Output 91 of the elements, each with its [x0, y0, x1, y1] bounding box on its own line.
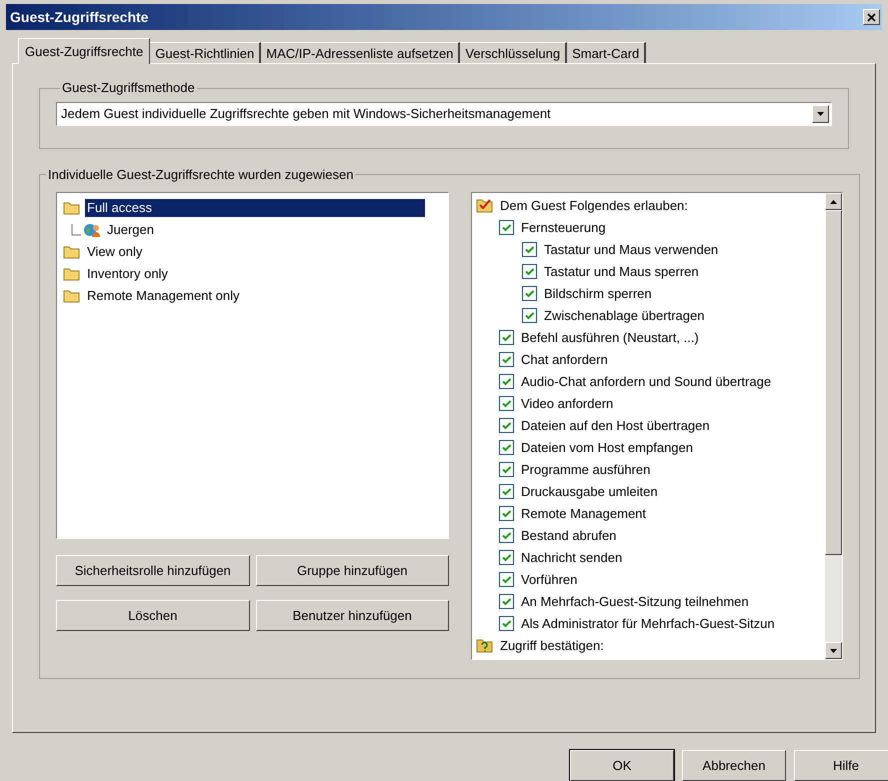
permission-label: Chat anfordern [521, 350, 608, 369]
check-icon [501, 442, 512, 453]
check-icon [524, 244, 535, 255]
window-title: Guest-Zugriffsrechte [10, 8, 148, 27]
close-icon [867, 12, 876, 22]
checkbox[interactable] [499, 550, 514, 565]
permission-label: An Mehrfach-Guest-Sitzung teilnehmen [521, 592, 749, 611]
check-icon [501, 464, 512, 475]
checkbox[interactable] [499, 396, 514, 411]
folder-icon [63, 267, 81, 282]
checkbox[interactable] [499, 528, 514, 543]
permission-label: Audio-Chat anfordern und Sound übertrage [521, 372, 772, 391]
permission-label: Vorführen [521, 570, 578, 589]
dialog-button[interactable]: OK [570, 750, 674, 781]
folder-icon [63, 289, 81, 304]
group-title: Guest-Zugriffsmethode [61, 79, 196, 98]
checkbox[interactable] [499, 220, 514, 235]
action-button[interactable]: Sicherheitsrolle hinzufügen [56, 555, 250, 586]
scroll-thumb[interactable] [825, 210, 842, 556]
permission-label: Remote Management [521, 504, 646, 523]
permission-label: Zugriff bestätigen: [500, 636, 604, 655]
check-icon [524, 266, 535, 277]
checkbox[interactable] [522, 308, 537, 323]
check-icon [501, 618, 512, 629]
permission-label: Tastatur und Maus verwenden [544, 240, 718, 259]
user-globe-icon [83, 222, 101, 238]
checkbox[interactable] [499, 572, 514, 587]
permission-label: Bestand abrufen [521, 526, 616, 545]
tree-item[interactable]: Full access [85, 199, 425, 218]
tree-item[interactable]: View only [85, 243, 144, 262]
checkbox[interactable] [499, 594, 514, 609]
action-button[interactable]: Benutzer hinzufügen [256, 600, 449, 632]
checkbox[interactable] [499, 506, 514, 521]
checkbox[interactable] [499, 330, 514, 345]
check-icon [501, 596, 512, 607]
tree-item[interactable]: Juergen [105, 221, 156, 240]
folder-icon [63, 245, 81, 260]
check-icon [501, 332, 512, 343]
permission-label: Fernsteuerung [521, 218, 606, 237]
dropdown-arrow-icon [817, 112, 824, 116]
check-icon [501, 552, 512, 563]
checkbox[interactable] [522, 242, 537, 257]
question-folder-icon [476, 637, 493, 654]
permission-label: Bildschirm sperren [544, 284, 652, 303]
permission-label: Als Administrator für Mehrfach-Guest-Sitzun [521, 614, 775, 633]
permission-label: Dateien auf den Host übertragen [521, 416, 710, 435]
check-icon [501, 376, 512, 387]
check-icon [501, 508, 512, 519]
check-icon [501, 530, 512, 541]
checkbox[interactable] [522, 264, 537, 279]
tab[interactable]: Guest-Zugriffsrechte [18, 38, 150, 64]
group-title: Individuelle Guest-Zugriffsrechte wurden zugewiesen [47, 166, 354, 184]
checkbox[interactable] [499, 616, 514, 631]
dialog-button[interactable]: Hilfe [794, 750, 888, 781]
check-icon [501, 574, 512, 585]
check-icon [524, 310, 535, 321]
permission-label: Zwischenablage übertragen [544, 306, 704, 325]
permission-label: Dem Guest Folgendes erlauben: [500, 196, 688, 215]
permission-label: Video anfordern [521, 394, 614, 413]
checkbox[interactable] [499, 462, 514, 477]
folder-icon [63, 201, 81, 216]
permission-label: Druckausgabe umleiten [521, 482, 658, 501]
permission-label: Programme ausführen [521, 460, 650, 479]
checkbox[interactable] [499, 374, 514, 389]
access-method-dropdown[interactable]: Jedem Guest individuelle Zugriffsrechte geben mit Windows-Sicherheitsmanagement [56, 102, 832, 126]
scrollbar[interactable] [825, 193, 842, 660]
dialog-button[interactable]: Abbrechen [682, 750, 786, 781]
checkbox[interactable] [499, 352, 514, 367]
tree-connector [71, 224, 81, 236]
close-button[interactable] [863, 9, 880, 26]
check-icon [501, 486, 512, 497]
check-icon [501, 354, 512, 365]
action-button[interactable]: Löschen [56, 600, 250, 632]
permission-label: Nachricht senden [521, 548, 622, 567]
action-button[interactable]: Gruppe hinzufügen [256, 555, 449, 586]
checkbox[interactable] [522, 286, 537, 301]
check-icon [524, 288, 535, 299]
checkbox[interactable] [499, 440, 514, 455]
permission-label: Befehl ausführen (Neustart, ...) [521, 328, 699, 347]
scroll-down-icon [830, 648, 837, 653]
tree-item[interactable]: Inventory only [85, 265, 170, 284]
checkbox[interactable] [499, 484, 514, 499]
permission-label: Tastatur und Maus sperren [544, 262, 699, 281]
checked-folder-icon [476, 197, 493, 214]
check-icon [501, 222, 512, 233]
permission-label: Dateien vom Host empfangen [521, 438, 693, 457]
checkbox[interactable] [499, 418, 514, 433]
check-icon [501, 420, 512, 431]
tree-item[interactable]: Remote Management only [85, 287, 242, 306]
scroll-up-icon [830, 200, 837, 204]
check-icon [501, 398, 512, 409]
